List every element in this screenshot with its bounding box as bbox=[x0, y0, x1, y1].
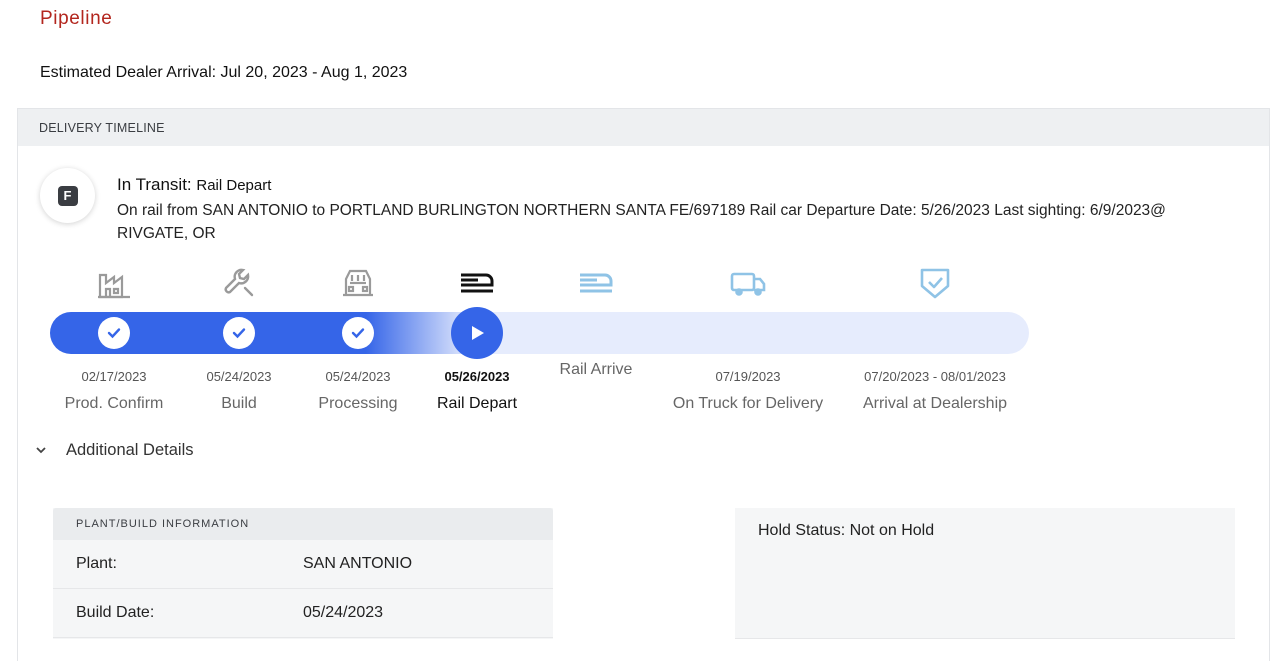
additional-details-label: Additional Details bbox=[66, 441, 194, 459]
step-date-rail-depart: 05/26/2023 bbox=[444, 369, 510, 384]
status-badge: F bbox=[40, 168, 95, 223]
hold-status-card: Hold Status: Not on Hold bbox=[735, 508, 1235, 639]
shield-check-icon bbox=[915, 266, 955, 300]
chevron-down-icon bbox=[34, 447, 48, 454]
status-line: In Transit: Rail Depart bbox=[117, 175, 271, 195]
build-date-value: 05/24/2023 bbox=[303, 604, 384, 621]
play-icon bbox=[472, 326, 484, 340]
check-icon bbox=[351, 328, 365, 339]
step-date-arrival: 07/20/2023 - 08/01/2023 bbox=[864, 369, 1006, 384]
plant-build-header: PLANT/BUILD INFORMATION bbox=[53, 508, 553, 540]
step-current-node bbox=[451, 307, 503, 359]
build-date-key: Build Date: bbox=[76, 604, 155, 621]
step-complete-node bbox=[342, 317, 374, 349]
delivery-timeline-header: DELIVERY TIMELINE bbox=[18, 109, 1269, 146]
status-value: Rail Depart bbox=[196, 177, 272, 194]
step-date-on-truck: 07/19/2023 bbox=[715, 369, 781, 384]
status-badge-letter: F bbox=[57, 185, 78, 206]
table-row: Build Date: 05/24/2023 bbox=[53, 589, 553, 638]
status-description: On rail from SAN ANTONIO to PORTLAND BUR… bbox=[117, 202, 1166, 242]
step-label-rail-arrive: Rail Arrive bbox=[559, 361, 633, 378]
wrench-icon bbox=[219, 266, 259, 300]
table-row: Plant: SAN ANTONIO bbox=[53, 540, 553, 589]
step-label-build: Build bbox=[221, 395, 257, 412]
status-prefix: In Transit: bbox=[117, 175, 192, 194]
step-complete-node bbox=[98, 317, 130, 349]
step-label-processing: Processing bbox=[318, 395, 398, 412]
delivery-timeline-card: DELIVERY TIMELINE F In Transit: Rail Dep… bbox=[17, 108, 1270, 661]
step-label-prod-confirm: Prod. Confirm bbox=[64, 395, 164, 412]
estimated-arrival: Estimated Dealer Arrival: Jul 20, 2023 -… bbox=[40, 64, 408, 81]
step-date-prod-confirm: 02/17/2023 bbox=[81, 369, 147, 384]
rail-icon bbox=[576, 266, 616, 300]
pipeline-title: Pipeline bbox=[40, 8, 113, 29]
factory-icon bbox=[94, 266, 134, 300]
step-label-rail-depart: Rail Depart bbox=[436, 395, 518, 412]
step-date-build: 05/24/2023 bbox=[206, 369, 272, 384]
truck-icon bbox=[728, 266, 768, 300]
step-label-on-truck: On Truck for Delivery bbox=[672, 395, 824, 412]
additional-details-toggle[interactable]: Additional Details bbox=[34, 441, 194, 460]
check-icon bbox=[232, 328, 246, 339]
plant-key: Plant: bbox=[76, 555, 117, 572]
step-date-processing: 05/24/2023 bbox=[325, 369, 391, 384]
check-icon bbox=[107, 328, 121, 339]
step-label-arrival: Arrival at Dealership bbox=[862, 395, 1008, 412]
plant-build-card: PLANT/BUILD INFORMATION Plant: SAN ANTON… bbox=[53, 508, 553, 639]
rail-icon bbox=[457, 266, 497, 300]
car-front-icon bbox=[338, 266, 378, 300]
progress-track bbox=[50, 312, 1029, 354]
step-complete-node bbox=[223, 317, 255, 349]
hold-status-text: Hold Status: Not on Hold bbox=[758, 522, 935, 539]
plant-value: SAN ANTONIO bbox=[303, 555, 413, 572]
